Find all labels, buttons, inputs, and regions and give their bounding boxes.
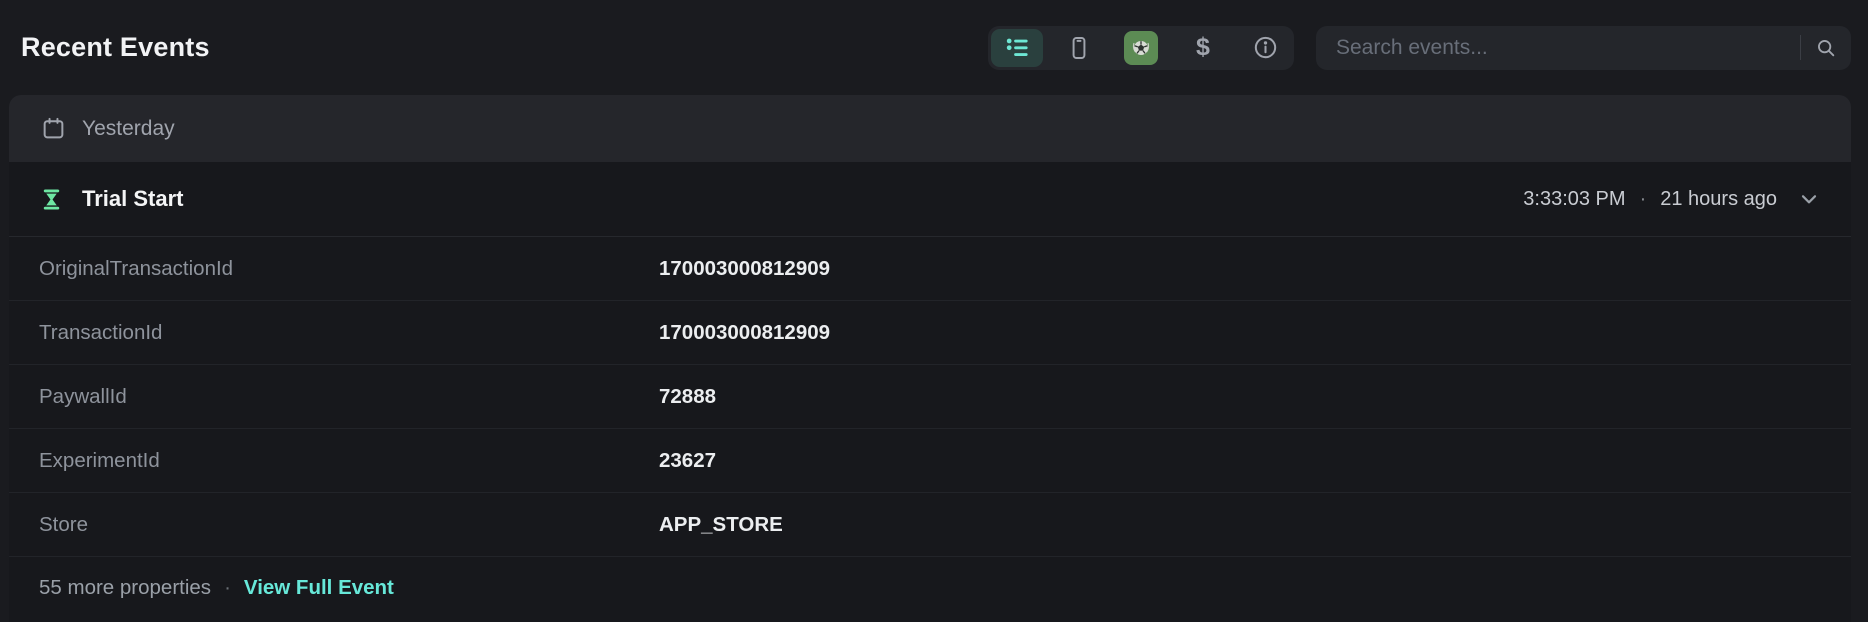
event-time: 3:33:03 PM: [1523, 188, 1625, 211]
property-value: 170003000812909: [659, 257, 830, 281]
list-view-icon: [1004, 34, 1031, 61]
property-key: ExperimentId: [39, 449, 659, 473]
property-row-store: Store APP_STORE: [9, 493, 1851, 557]
events-card: Yesterday Trial Start 3:33:03 PM · 21 ho…: [9, 95, 1851, 622]
search-icon[interactable]: [1815, 37, 1837, 59]
property-key: OriginalTransactionId: [39, 257, 659, 281]
chevron-down-icon[interactable]: [1797, 187, 1821, 211]
phone-icon: [1066, 35, 1092, 61]
app-view-button[interactable]: [1115, 29, 1167, 67]
property-key: TransactionId: [39, 321, 659, 345]
search-divider: [1800, 35, 1801, 60]
property-row-experiment-id: ExperimentId 23627: [9, 429, 1851, 493]
footer-separator: ·: [224, 576, 231, 600]
event-footer: 55 more properties · View Full Event: [9, 557, 1851, 619]
search-box: [1316, 26, 1851, 70]
property-row-transaction-id: TransactionId 170003000812909: [9, 301, 1851, 365]
property-key: PaywallId: [39, 385, 659, 409]
info-icon: [1252, 34, 1279, 61]
search-input[interactable]: [1316, 36, 1800, 60]
page-title: Recent Events: [21, 32, 210, 63]
event-name: Trial Start: [82, 186, 183, 212]
property-row-paywall-id: PaywallId 72888: [9, 365, 1851, 429]
property-value: 72888: [659, 385, 716, 409]
dollar-icon: $: [1196, 35, 1210, 60]
view-full-event-link[interactable]: View Full Event: [244, 576, 394, 600]
date-group-header: Yesterday: [9, 95, 1851, 162]
view-toggle-toolbar: $: [988, 26, 1294, 70]
property-value: 23627: [659, 449, 716, 473]
event-row-trial-start[interactable]: Trial Start 3:33:03 PM · 21 hours ago: [9, 162, 1851, 237]
event-relative-time: 21 hours ago: [1660, 188, 1777, 211]
calendar-icon: [41, 116, 66, 141]
page-header: Recent Events: [0, 0, 1868, 95]
list-view-button[interactable]: [991, 29, 1043, 67]
event-time-group: 3:33:03 PM · 21 hours ago: [1523, 187, 1821, 211]
property-key: Store: [39, 513, 659, 537]
event-time-separator: ·: [1640, 188, 1647, 211]
event-title-group: Trial Start: [39, 186, 183, 212]
date-group-label: Yesterday: [82, 117, 175, 141]
app-icon: [1124, 31, 1158, 65]
device-view-button[interactable]: [1053, 29, 1105, 67]
info-view-button[interactable]: [1239, 29, 1291, 67]
property-value: APP_STORE: [659, 513, 783, 537]
property-row-original-transaction-id: OriginalTransactionId 170003000812909: [9, 237, 1851, 301]
property-value: 170003000812909: [659, 321, 830, 345]
hourglass-icon: [39, 187, 64, 212]
price-view-button[interactable]: $: [1177, 29, 1229, 67]
more-properties-label: 55 more properties: [39, 576, 211, 600]
